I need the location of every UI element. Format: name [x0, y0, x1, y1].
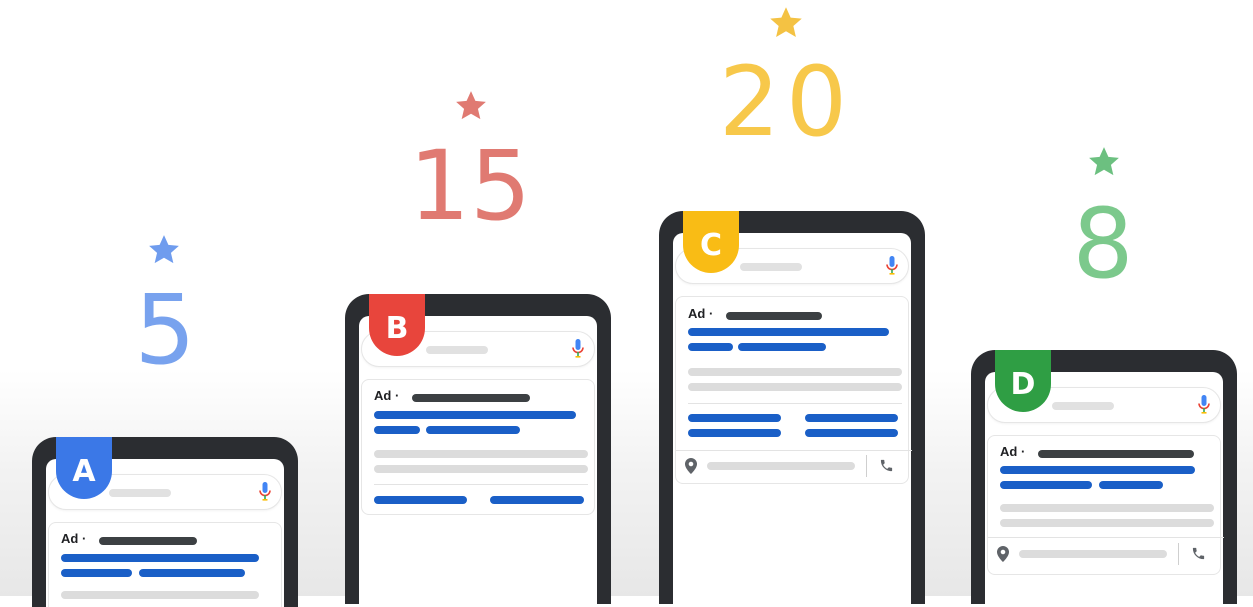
ad-description-line	[1000, 504, 1214, 512]
ad-label: Ad ·	[374, 388, 400, 403]
divider	[676, 450, 912, 451]
ad-card[interactable]: Ad ·	[987, 435, 1224, 575]
microphone-icon[interactable]	[572, 339, 584, 359]
badge-d: D	[995, 350, 1051, 412]
ad-url-line	[412, 394, 530, 402]
ad-headline-line[interactable]	[61, 554, 259, 562]
phone-icon[interactable]	[879, 458, 894, 473]
ad-headline-line[interactable]	[374, 426, 420, 434]
ad-headline-line[interactable]	[139, 569, 245, 577]
microphone-icon[interactable]	[259, 482, 271, 502]
phone-a: Ad · A	[32, 437, 298, 607]
search-placeholder	[109, 489, 171, 497]
ad-url-line	[99, 537, 197, 545]
ad-label: Ad ·	[1000, 444, 1026, 459]
star-icon	[149, 235, 179, 264]
ad-headline-line[interactable]	[1099, 481, 1163, 489]
sitelink-line[interactable]	[374, 496, 467, 504]
ad-description-line	[61, 591, 259, 599]
separator	[1178, 543, 1179, 565]
map-pin-icon[interactable]	[685, 458, 697, 474]
divider	[688, 403, 902, 404]
map-pin-icon[interactable]	[997, 546, 1009, 562]
ad-label: Ad ·	[61, 531, 87, 546]
ad-description-line	[374, 450, 588, 458]
ad-card[interactable]: Ad ·	[48, 522, 282, 607]
address-line[interactable]	[1019, 550, 1167, 558]
ad-headline-line[interactable]	[1000, 466, 1195, 474]
ad-headline-line[interactable]	[1000, 481, 1092, 489]
address-line[interactable]	[707, 462, 855, 470]
ad-label: Ad ·	[688, 306, 714, 321]
badge-b: B	[369, 294, 425, 356]
ad-url-line	[726, 312, 822, 320]
ad-card[interactable]: Ad ·	[675, 296, 912, 484]
sitelink-line[interactable]	[490, 496, 584, 504]
score-number-a: 5	[134, 274, 196, 386]
star-icon	[770, 7, 802, 37]
ad-headline-line[interactable]	[426, 426, 520, 434]
microphone-icon[interactable]	[886, 256, 898, 276]
sitelink-line[interactable]	[688, 429, 781, 437]
sitelink-line[interactable]	[805, 414, 898, 422]
ad-card[interactable]: Ad ·	[361, 379, 595, 515]
score-number-c: 20	[718, 46, 854, 158]
sitelink-line[interactable]	[805, 429, 898, 437]
ad-headline-line[interactable]	[738, 343, 826, 351]
ad-url-line	[1038, 450, 1194, 458]
star-icon	[456, 91, 486, 120]
search-placeholder	[1052, 402, 1114, 410]
search-placeholder	[426, 346, 488, 354]
ad-description-line	[374, 465, 588, 473]
phone-b: Ad · B	[345, 294, 611, 604]
score-number-d: 8	[1072, 188, 1134, 300]
phone-screen: Ad ·	[359, 316, 597, 604]
ad-description-line	[688, 368, 902, 376]
divider	[374, 484, 588, 485]
badge-a: A	[56, 437, 112, 499]
phone-d: Ad · D	[971, 350, 1237, 604]
score-number-b: 15	[408, 130, 532, 242]
ad-headline-line[interactable]	[688, 343, 733, 351]
ad-description-line	[1000, 519, 1214, 527]
badge-c: C	[683, 211, 739, 273]
ad-description-line	[688, 383, 902, 391]
phone-icon[interactable]	[1191, 546, 1206, 561]
sitelink-line[interactable]	[688, 414, 781, 422]
search-placeholder	[740, 263, 802, 271]
phone-c: Ad · C	[659, 211, 925, 604]
ad-headline-line[interactable]	[688, 328, 889, 336]
separator	[866, 455, 867, 477]
microphone-icon[interactable]	[1198, 395, 1210, 415]
divider	[988, 537, 1224, 538]
ad-headline-line[interactable]	[61, 569, 132, 577]
ad-headline-line[interactable]	[374, 411, 576, 419]
star-icon	[1089, 147, 1119, 176]
phone-screen: Ad ·	[673, 233, 912, 604]
